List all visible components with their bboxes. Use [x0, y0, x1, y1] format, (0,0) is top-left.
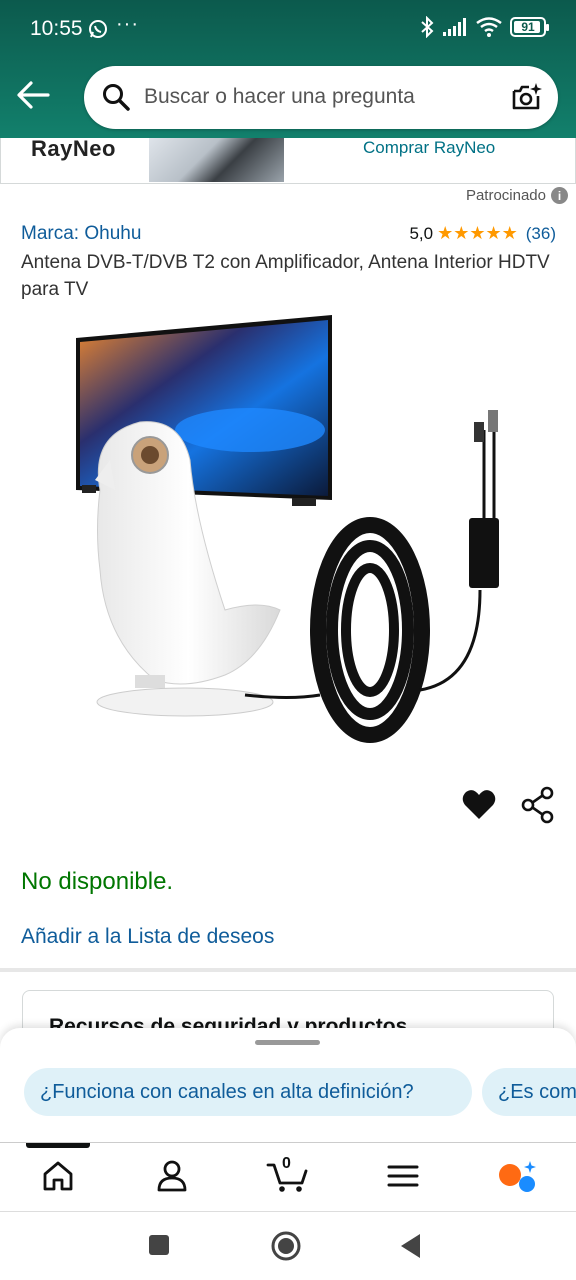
search-icon	[103, 84, 130, 111]
ad-shop-link[interactable]: Comprar RayNeo	[363, 138, 495, 158]
search-bar[interactable]: Buscar o hacer una pregunta	[84, 66, 558, 129]
product-title: Antena DVB-T/DVB T2 con Amplificador, An…	[21, 252, 550, 300]
heart-icon[interactable]	[461, 787, 497, 823]
top-bar: 10:55 ··· 91 Buscar o hacer una pregunta	[0, 0, 576, 138]
battery-level: 91	[521, 20, 535, 34]
ad-image	[149, 138, 284, 182]
share-icon[interactable]	[520, 786, 556, 824]
availability-status: No disponible.	[21, 868, 174, 895]
menu-icon[interactable]	[386, 1159, 420, 1193]
home-button-icon[interactable]	[270, 1230, 302, 1262]
status-right: 91	[420, 16, 549, 38]
info-icon[interactable]: i	[551, 187, 568, 204]
rating[interactable]: 5,0 ★★★★★ (36)	[409, 223, 556, 244]
active-tab-indicator	[26, 1143, 90, 1148]
back-button-icon[interactable]	[399, 1233, 421, 1259]
sponsored-banner[interactable]: RayNeo Comprar RayNeo	[0, 138, 576, 184]
add-to-wishlist-link[interactable]: Añadir a la Lista de deseos	[21, 925, 274, 949]
rating-count[interactable]: (36)	[526, 224, 556, 244]
system-navigation-bar	[0, 1212, 576, 1280]
cart-count: 0	[282, 1155, 291, 1172]
assistant-icon[interactable]	[497, 1159, 539, 1193]
wifi-icon	[476, 17, 502, 37]
rating-stars: ★★★★★	[437, 223, 518, 243]
signal-icon	[443, 18, 466, 36]
ask-suggestions-sheet: ¿Funciona con canales en alta definición…	[0, 1028, 576, 1142]
bluetooth-icon	[421, 16, 434, 38]
back-arrow-icon[interactable]	[16, 80, 50, 110]
sheet-drag-handle[interactable]	[255, 1040, 320, 1045]
home-icon[interactable]	[41, 1159, 75, 1193]
recent-apps-icon[interactable]	[148, 1234, 170, 1256]
status-time: 10:55	[30, 17, 83, 40]
sponsored-text: Patrocinado	[465, 187, 546, 204]
status-bar: 10:55 ··· 91	[0, 0, 576, 58]
ad-brand-logo: RayNeo	[31, 138, 116, 161]
status-more: ···	[116, 13, 139, 35]
suggestion-chip[interactable]: ¿Funciona con canales en alta definición…	[24, 1068, 472, 1116]
search-input[interactable]: Buscar o hacer una pregunta	[144, 85, 415, 109]
sponsored-label: Patrocinado i	[466, 187, 568, 204]
battery-icon: 91	[510, 17, 549, 37]
brand-link[interactable]: Marca: Ohuhu	[21, 223, 141, 245]
product-image[interactable]	[60, 310, 520, 750]
account-icon[interactable]	[155, 1159, 189, 1193]
bottom-navigation: 0	[0, 1142, 576, 1212]
rating-value: 5,0	[409, 223, 434, 243]
suggestion-chip[interactable]: ¿Es com	[482, 1068, 576, 1116]
section-divider	[0, 968, 576, 972]
whatsapp-icon	[89, 20, 107, 38]
camera-icon[interactable]	[511, 81, 543, 113]
